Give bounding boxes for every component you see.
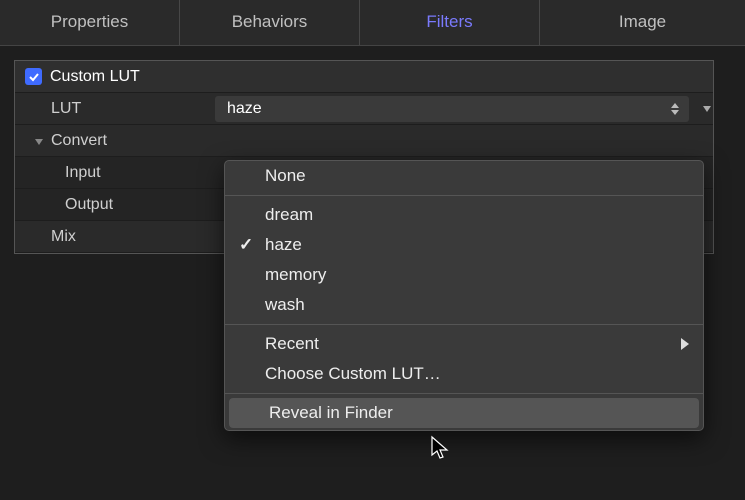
chevron-down-icon[interactable] — [703, 106, 711, 112]
disclosure-triangle-icon — [33, 135, 45, 147]
tab-filters[interactable]: Filters — [360, 0, 540, 45]
tab-image[interactable]: Image — [540, 0, 745, 45]
submenu-arrow-icon — [681, 338, 689, 350]
menu-item-memory[interactable]: memory — [225, 260, 703, 290]
menu-item-recent[interactable]: Recent — [225, 329, 703, 359]
row-lut: LUT haze — [15, 93, 713, 125]
section-title: Custom LUT — [50, 68, 140, 86]
menu-separator — [225, 324, 703, 325]
mouse-cursor-icon — [430, 435, 450, 461]
check-icon — [28, 71, 40, 83]
tab-behaviors[interactable]: Behaviors — [180, 0, 360, 45]
label-convert: Convert — [51, 132, 107, 150]
lut-selected-value: haze — [227, 100, 262, 118]
label-mix: Mix — [25, 228, 215, 246]
label-input: Input — [25, 164, 215, 182]
stepper-arrows-icon — [671, 99, 683, 119]
menu-item-reveal[interactable]: Reveal in Finder — [229, 398, 699, 428]
menu-separator — [225, 195, 703, 196]
menu-item-none[interactable]: None — [225, 161, 703, 191]
row-convert[interactable]: Convert — [15, 125, 713, 157]
lut-dropdown-menu: None dream ✓ haze memory wash Recent Cho… — [224, 160, 704, 431]
label-lut: LUT — [25, 100, 215, 118]
menu-item-haze[interactable]: ✓ haze — [225, 230, 703, 260]
enable-checkbox[interactable] — [25, 68, 42, 85]
section-header: Custom LUT — [15, 61, 713, 93]
checkmark-icon: ✓ — [239, 235, 253, 255]
label-output: Output — [25, 196, 215, 214]
menu-separator — [225, 393, 703, 394]
lut-dropdown[interactable]: haze — [215, 96, 689, 122]
tab-properties[interactable]: Properties — [0, 0, 180, 45]
menu-item-wash[interactable]: wash — [225, 290, 703, 320]
menu-item-choose[interactable]: Choose Custom LUT… — [225, 359, 703, 389]
menu-item-dream[interactable]: dream — [225, 200, 703, 230]
